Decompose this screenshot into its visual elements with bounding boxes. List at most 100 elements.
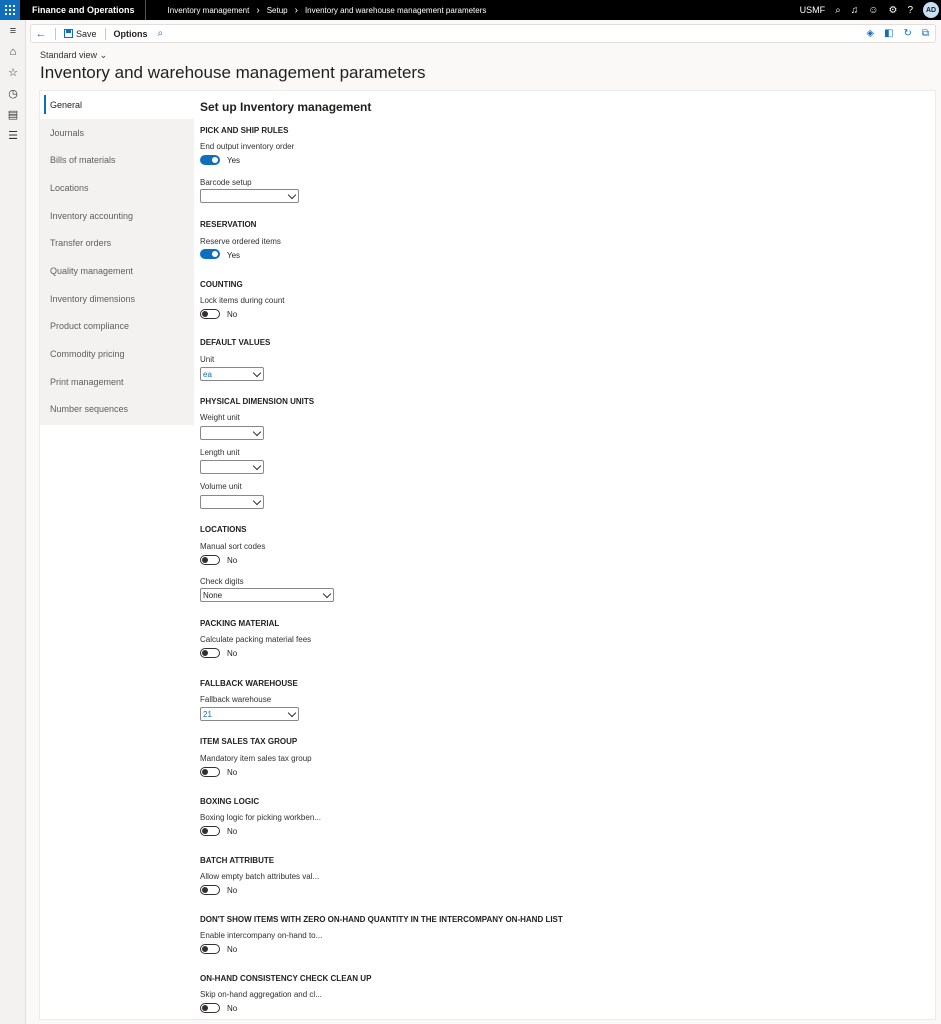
field-label: Length unit	[200, 448, 240, 457]
field-label: Reserve ordered items	[200, 237, 281, 246]
save-button[interactable]: Save	[60, 29, 101, 39]
chevron-down-icon	[252, 496, 262, 506]
section-header: BATCH ATTRIBUTE	[200, 856, 275, 865]
toggle-value: Yes	[227, 251, 241, 260]
gear-icon[interactable]: ⚙	[888, 5, 897, 16]
breadcrumb-item[interactable]: Inventory management	[168, 6, 250, 15]
section-header: COUNTING	[200, 280, 243, 289]
divider	[104, 27, 106, 40]
back-arrow-icon[interactable]: ←	[31, 28, 51, 40]
app-launcher-icon[interactable]	[0, 0, 20, 20]
refresh-icon[interactable]: ↻	[903, 28, 911, 39]
toggle-value: No	[227, 768, 238, 777]
intercompany-onhand-toggle[interactable]	[200, 944, 220, 954]
length-unit-select[interactable]	[200, 460, 264, 474]
home-icon[interactable]: ⌂	[0, 41, 26, 62]
section-header: PHYSICAL DIMENSION UNITS	[200, 397, 315, 406]
page-title: Inventory and warehouse management param…	[40, 63, 426, 82]
mandatory-tax-toggle[interactable]	[200, 767, 220, 777]
toggle-value: No	[227, 556, 238, 565]
chevron-down-icon	[322, 589, 332, 599]
select-value: 21	[203, 709, 212, 719]
star-icon[interactable]: ☆	[0, 62, 26, 83]
packing-fees-toggle[interactable]	[200, 648, 220, 658]
tab-quality-management[interactable]: Quality management	[40, 257, 194, 285]
content-panel: General Journals Bills of materials Loca…	[39, 90, 936, 1020]
unit-select[interactable]: ea	[200, 367, 264, 381]
breadcrumb-item[interactable]: Inventory and warehouse management param…	[305, 6, 486, 15]
end-output-toggle[interactable]	[200, 155, 220, 165]
toggle-value: No	[227, 310, 238, 319]
section-header: PICK AND SHIP RULES	[200, 126, 289, 135]
field-label: End output inventory order	[200, 142, 295, 151]
tab-inventory-dimensions[interactable]: Inventory dimensions	[40, 285, 194, 313]
hamburger-icon[interactable]: ≡	[0, 20, 26, 41]
field-label: Barcode setup	[200, 178, 252, 187]
modules-icon[interactable]: ☰	[0, 125, 26, 146]
power-apps-icon[interactable]: ◈	[866, 28, 874, 39]
fallback-warehouse-select[interactable]: 21	[200, 707, 299, 721]
batch-attributes-toggle[interactable]	[200, 885, 220, 895]
open-new-window-icon[interactable]: ⧉	[922, 28, 929, 39]
section-header: DEFAULT VALUES	[200, 338, 271, 347]
view-label: Standard view	[40, 50, 98, 60]
smiley-icon[interactable]: ☺	[868, 5, 878, 16]
search-icon[interactable]: ⌕	[152, 28, 164, 39]
reserve-ordered-toggle[interactable]	[200, 249, 220, 259]
field-label: Manual sort codes	[200, 542, 266, 551]
field-label: Allow empty batch attributes val...	[200, 872, 320, 881]
field-label: Skip on-hand aggregation and cl...	[200, 990, 322, 999]
skip-onhand-toggle[interactable]	[200, 1003, 220, 1013]
section-header: BOXING LOGIC	[200, 797, 260, 806]
tab-locations[interactable]: Locations	[40, 174, 194, 202]
toggle-value: No	[227, 1004, 238, 1013]
barcode-setup-select[interactable]	[200, 189, 299, 203]
search-icon[interactable]: ⌕	[835, 5, 841, 16]
weight-unit-select[interactable]	[200, 426, 264, 440]
tab-bills-of-materials[interactable]: Bills of materials	[40, 146, 194, 174]
workspace-icon[interactable]: ▤	[0, 104, 26, 125]
recent-icon[interactable]: ◷	[0, 83, 26, 104]
breadcrumb-item[interactable]: Setup	[267, 6, 288, 15]
chevron-down-icon	[252, 461, 262, 471]
field-label: Enable intercompany on-hand to...	[200, 931, 323, 940]
tab-number-sequences[interactable]: Number sequences	[40, 396, 194, 424]
boxing-logic-toggle[interactable]	[200, 826, 220, 836]
options-button[interactable]: Options	[110, 29, 152, 39]
field-label: Check digits	[200, 577, 244, 586]
section-header: RESERVATION	[200, 220, 257, 229]
tab-general[interactable]: General	[40, 91, 194, 119]
tab-journals[interactable]: Journals	[40, 119, 194, 147]
save-label: Save	[76, 28, 97, 39]
toggle-value: No	[227, 649, 238, 658]
section-header: PACKING MATERIAL	[200, 619, 280, 628]
save-icon	[64, 29, 73, 38]
tab-commodity-pricing[interactable]: Commodity pricing	[40, 340, 194, 368]
top-bar: Finance and Operations Inventory managem…	[0, 0, 941, 20]
volume-unit-select[interactable]	[200, 495, 264, 509]
divider	[55, 27, 56, 40]
app-title[interactable]: Finance and Operations	[20, 0, 146, 20]
company-picker[interactable]: USMF	[800, 5, 826, 15]
field-label: Mandatory item sales tax group	[200, 754, 312, 763]
chevron-down-icon	[287, 708, 297, 718]
check-digits-select[interactable]: None	[200, 588, 334, 602]
select-value: ea	[203, 369, 212, 379]
office-icon[interactable]: ◧	[884, 28, 893, 39]
tab-inventory-accounting[interactable]: Inventory accounting	[40, 202, 194, 230]
chevron-down-icon	[287, 190, 297, 200]
help-icon[interactable]: ?	[907, 5, 913, 16]
bell-icon[interactable]: ♫	[851, 5, 859, 16]
field-label: Volume unit	[200, 482, 242, 491]
avatar[interactable]: AD	[923, 2, 939, 18]
toggle-value: No	[227, 886, 238, 895]
tab-product-compliance[interactable]: Product compliance	[40, 313, 194, 341]
section-header: ITEM SALES TAX GROUP	[200, 737, 298, 746]
lock-items-toggle[interactable]	[200, 309, 220, 319]
view-selector[interactable]: Standard view ⌄	[40, 50, 107, 61]
tab-transfer-orders[interactable]: Transfer orders	[40, 229, 194, 257]
tab-print-management[interactable]: Print management	[40, 368, 194, 396]
toggle-value: No	[227, 827, 238, 836]
manual-sort-toggle[interactable]	[200, 555, 220, 565]
toggle-value: No	[227, 945, 238, 954]
